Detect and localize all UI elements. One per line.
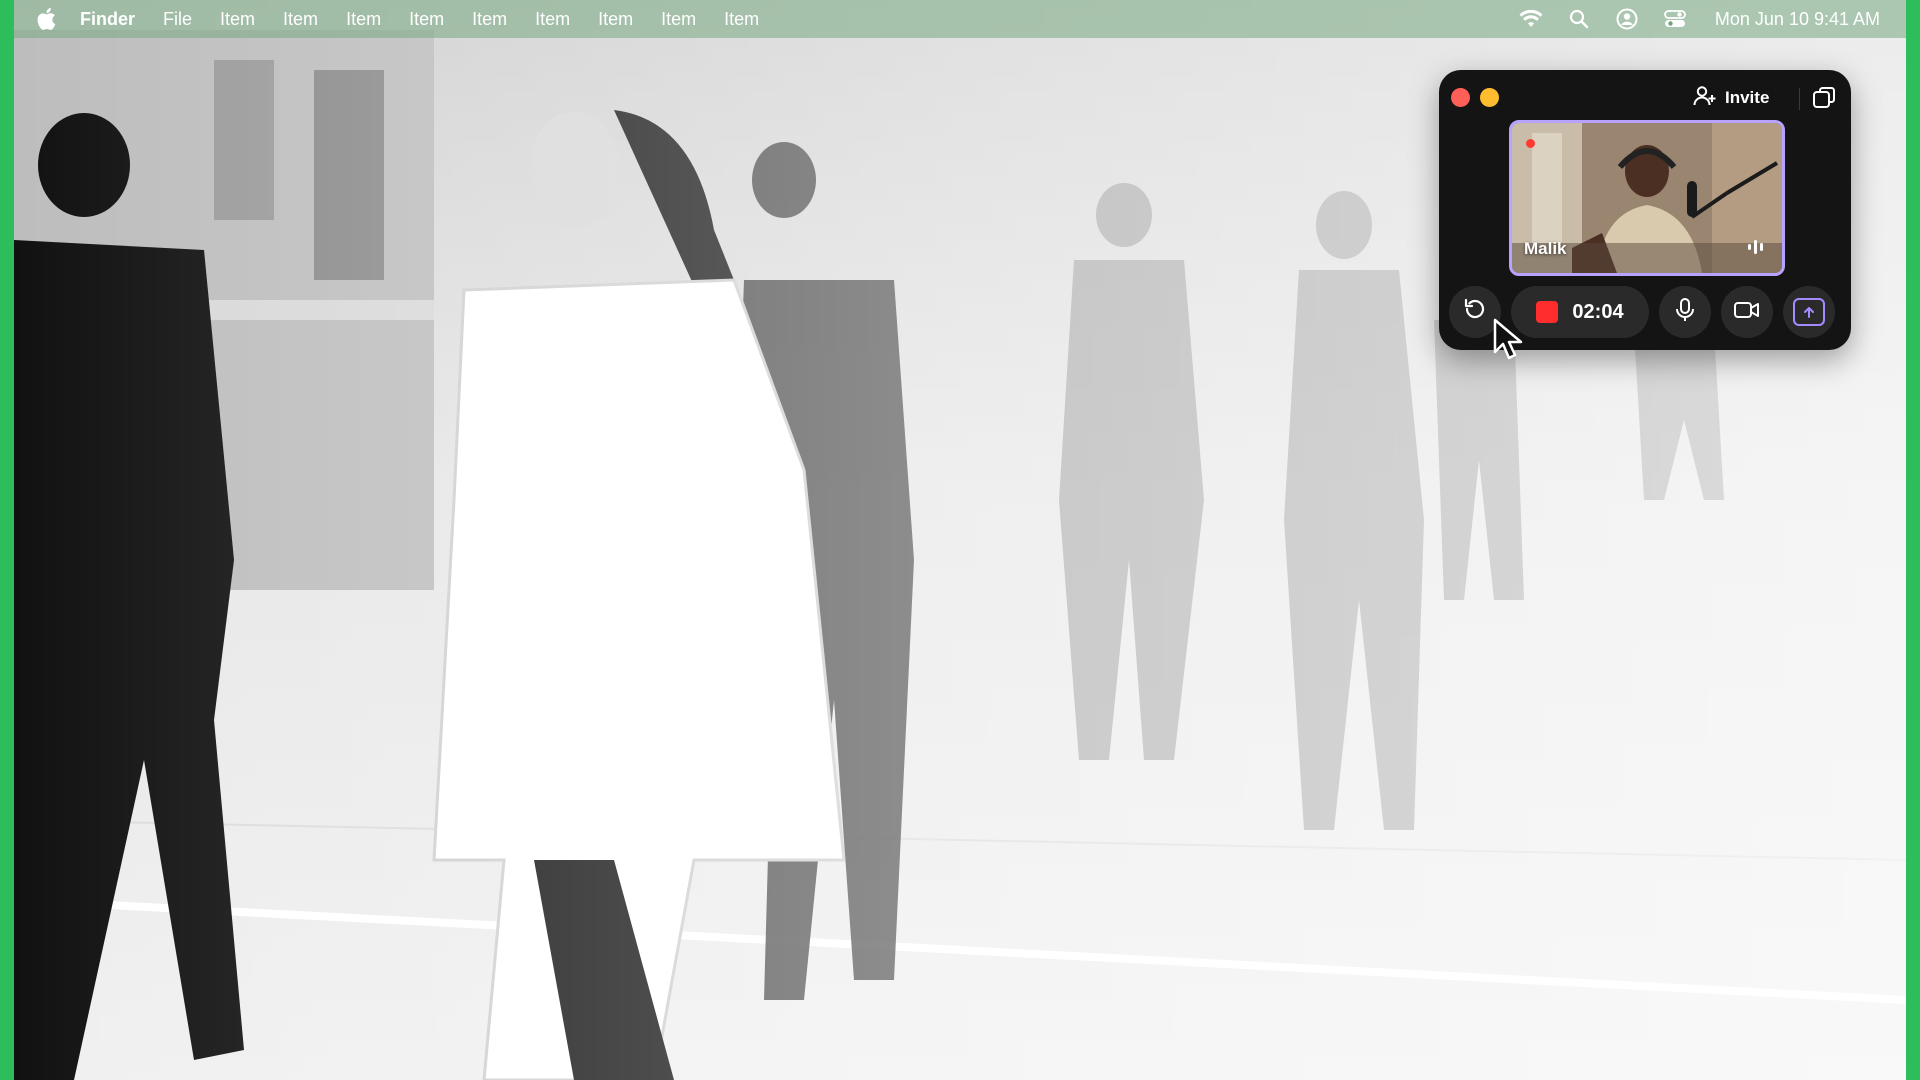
video-camera-icon	[1733, 299, 1761, 326]
window-controls	[1451, 88, 1499, 107]
add-person-icon	[1693, 85, 1717, 112]
menu-item[interactable]: Item	[661, 9, 696, 30]
undo-icon	[1462, 297, 1488, 328]
audio-level-icon	[1746, 239, 1766, 255]
menu-item[interactable]: Item	[724, 9, 759, 30]
menu-bar-clock[interactable]: Mon Jun 10 9:41 AM	[1715, 9, 1880, 30]
user-icon[interactable]	[1615, 7, 1639, 31]
menu-item[interactable]: Item	[535, 9, 570, 30]
microphone-button[interactable]	[1659, 286, 1711, 338]
search-icon[interactable]	[1567, 7, 1591, 31]
menu-item[interactable]: Item	[283, 9, 318, 30]
participant-name: Malik	[1524, 239, 1567, 258]
close-button[interactable]	[1451, 88, 1470, 107]
microphone-icon	[1674, 297, 1696, 328]
stop-recording-button[interactable]: 02:04	[1511, 286, 1649, 338]
recording-indicator	[1526, 139, 1535, 148]
menu-bar-status-area: Mon Jun 10 9:41 AM	[1519, 0, 1880, 38]
control-center-icon[interactable]	[1663, 7, 1687, 31]
menu-app-name[interactable]: Finder	[80, 9, 135, 30]
menu-item[interactable]: Item	[220, 9, 255, 30]
menu-item[interactable]: Item	[346, 9, 381, 30]
call-widget: Invite Malik 02:04	[1439, 70, 1851, 350]
apple-menu-icon[interactable]	[36, 7, 58, 31]
popout-window-icon[interactable]	[1812, 86, 1836, 110]
camera-button[interactable]	[1721, 286, 1773, 338]
menu-item[interactable]: Item	[598, 9, 633, 30]
invite-label: Invite	[1725, 88, 1770, 107]
toolbar-divider	[1799, 88, 1800, 110]
menu-item-file[interactable]: File	[163, 9, 192, 30]
menu-item[interactable]: Item	[409, 9, 444, 30]
recording-timer: 02:04	[1572, 300, 1624, 323]
menu-item[interactable]: Item	[472, 9, 507, 30]
share-screen-button[interactable]	[1783, 286, 1835, 338]
stop-icon	[1536, 301, 1559, 323]
share-screen-icon	[1793, 298, 1825, 326]
call-controls: 02:04	[1449, 286, 1841, 338]
menu-bar: Finder File Item Item Item Item Item Ite…	[14, 0, 1906, 38]
desktop: Finder File Item Item Item Item Item Ite…	[14, 0, 1906, 1080]
participant-video-tile[interactable]: Malik	[1509, 120, 1785, 276]
restart-recording-button[interactable]	[1449, 286, 1501, 338]
wifi-icon[interactable]	[1519, 7, 1543, 31]
minimize-button[interactable]	[1480, 88, 1499, 107]
invite-button[interactable]: Invite	[1693, 84, 1769, 112]
